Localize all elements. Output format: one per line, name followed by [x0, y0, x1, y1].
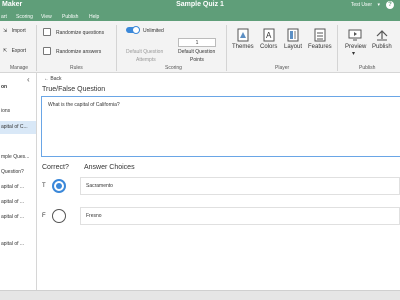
import-icon: ⇲ — [3, 28, 8, 34]
import-button[interactable]: ⇲ Import — [3, 28, 26, 34]
features-button[interactable]: Features — [308, 44, 332, 50]
collapse-sidebar-icon[interactable]: ‹ — [27, 75, 30, 84]
svg-text:A: A — [266, 31, 272, 40]
correct-radio-false[interactable] — [52, 209, 66, 223]
randomize-answers-label: Randomize answers — [56, 49, 102, 55]
sidebar-item-selected[interactable]: apital of C... — [0, 121, 36, 134]
menu-scoring[interactable]: Scoring — [16, 14, 33, 20]
group-label-rules: Rules — [70, 65, 83, 71]
randomize-questions-label: Randomize questions — [56, 30, 105, 36]
sidebar-item[interactable]: ions — [0, 108, 36, 114]
user-menu-caret-icon[interactable]: ▾ — [377, 2, 380, 8]
choice-true-label: T — [42, 183, 46, 189]
question-text: What is the capital of California? — [48, 102, 120, 108]
menu-publish[interactable]: Publish — [62, 14, 78, 20]
menu-start[interactable]: art — [1, 14, 7, 20]
ribbon-divider — [226, 25, 227, 71]
features-icon[interactable] — [313, 28, 327, 42]
user-menu[interactable]: Test User — [351, 2, 372, 8]
ribbon-divider — [116, 25, 117, 71]
preview-button[interactable]: Preview — [345, 44, 366, 50]
themes-icon[interactable] — [236, 28, 250, 42]
colors-icon[interactable]: A — [262, 28, 276, 42]
layout-icon[interactable] — [286, 28, 300, 42]
publish-button[interactable]: Publish — [372, 44, 392, 50]
preview-caret-icon[interactable]: ▾ — [352, 50, 355, 57]
group-label-player: Player — [275, 65, 290, 71]
sidebar-item[interactable]: apital of ... — [0, 214, 36, 220]
themes-button[interactable]: Themes — [232, 44, 254, 50]
sidebar-item[interactable]: apital of ... — [0, 199, 36, 205]
default-attempts-label-2: Attempts — [136, 57, 156, 63]
help-icon[interactable]: ? — [386, 1, 394, 9]
status-bar — [0, 290, 400, 300]
sidebar-item[interactable]: Question? — [0, 169, 36, 175]
answer-choice-input[interactable]: Sacramento — [80, 177, 400, 195]
correct-radio-true[interactable] — [52, 179, 66, 193]
ribbon-divider — [36, 25, 37, 71]
correct-column-header: Correct? — [42, 164, 69, 171]
answer-choices-header: Answer Choices — [84, 164, 135, 171]
default-points-input[interactable]: 1 — [178, 38, 216, 47]
question-type-title: True/False Question — [42, 86, 106, 93]
export-icon: ⇱ — [3, 48, 8, 54]
title-bar: Maker Sample Quiz 1 Test User ▾ ? — [0, 0, 400, 12]
preview-icon[interactable] — [348, 28, 362, 42]
publish-icon[interactable] — [375, 28, 389, 42]
answer-choice-input[interactable]: Fresno — [80, 207, 400, 225]
sidebar-heading: on — [1, 84, 8, 90]
group-label-scoring: Scoring — [165, 65, 182, 71]
layout-button[interactable]: Layout — [284, 44, 302, 50]
unlimited-label: Unlimited — [143, 28, 164, 34]
colors-button[interactable]: Colors — [260, 44, 277, 50]
sidebar-item[interactable]: apital of ... — [0, 184, 36, 190]
unlimited-toggle[interactable] — [126, 26, 140, 34]
document-title: Sample Quiz 1 — [176, 1, 224, 8]
menu-help[interactable]: Help — [89, 14, 99, 20]
ribbon: ⇲ Import ⇱ Export Manage Randomize quest… — [0, 21, 400, 73]
sidebar-item[interactable]: apital of ... — [0, 241, 36, 247]
question-text-input[interactable]: What is the capital of California? — [41, 96, 400, 157]
default-points-label-2: Points — [190, 57, 204, 63]
question-sidebar: ‹ on ions apital of C... mple Ques... Qu… — [0, 73, 37, 290]
choice-false-label: F — [42, 213, 46, 219]
group-label-publish: Publish — [359, 65, 376, 71]
sidebar-item[interactable]: mple Ques... — [0, 154, 36, 160]
back-button[interactable]: ← Back — [44, 76, 62, 82]
default-attempts-label: Default Question — [126, 49, 164, 55]
group-label-manage: Manage — [10, 65, 29, 71]
default-points-label: Default Question — [178, 49, 216, 55]
randomize-questions-checkbox[interactable] — [43, 28, 51, 36]
ribbon-divider — [337, 25, 338, 71]
menu-bar: art Scoring View Publish Help — [0, 12, 400, 21]
export-button[interactable]: ⇱ Export — [3, 48, 26, 54]
randomize-answers-checkbox[interactable] — [43, 47, 51, 55]
menu-view[interactable]: View — [41, 14, 52, 20]
